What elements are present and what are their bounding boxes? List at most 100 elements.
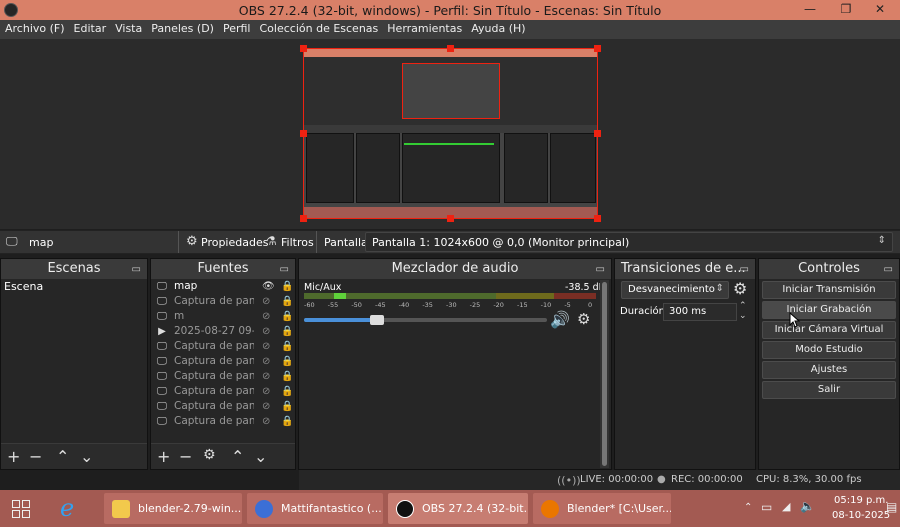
lock-icon[interactable]: 🔒 (281, 279, 293, 294)
lock-icon[interactable]: 🔒 (281, 339, 293, 354)
stepper-up-icon[interactable]: ⌃ (739, 301, 747, 311)
source-item[interactable]: 🖵 map 👁 🔒 (152, 279, 296, 294)
volume-slider[interactable] (304, 315, 547, 325)
lock-icon[interactable]: 🔒 (281, 294, 293, 309)
resize-handle-bl[interactable] (300, 215, 307, 222)
lock-icon[interactable]: 🔒 (281, 414, 293, 429)
lock-icon[interactable]: 🔒 (281, 369, 293, 384)
resize-handle-tc[interactable] (447, 45, 454, 52)
meter-tick-label: 0 (588, 301, 593, 309)
speaker-icon[interactable]: 🔊 (550, 310, 570, 329)
dock-menu-icon[interactable]: ▭ (280, 260, 289, 280)
dock-menu-icon[interactable]: ▭ (132, 260, 141, 280)
display-select[interactable]: Pantalla 1: 1024x600 @ 0,0 (Monitor prin… (365, 232, 893, 252)
resize-handle-ml[interactable] (300, 130, 307, 137)
settings-button[interactable]: Ajustes (762, 361, 896, 379)
eye-hidden-icon[interactable]: ⊘ (262, 384, 270, 399)
filters-button[interactable]: Filtros (281, 236, 314, 249)
studio-mode-button[interactable]: Modo Estudio (762, 341, 896, 359)
lock-icon[interactable]: 🔒 (281, 384, 293, 399)
duration-input[interactable]: 300 ms (663, 303, 737, 321)
dock-menu-icon[interactable]: ▭ (596, 260, 605, 280)
mixer-settings-gear-icon[interactable]: ⚙ (577, 310, 590, 328)
remove-scene-icon[interactable]: − (29, 447, 42, 466)
source-item[interactable]: 🖵 Captura de pantalla ⊘ 🔒 (152, 399, 296, 414)
move-down-icon[interactable]: ⌄ (254, 447, 267, 466)
resize-handle-mr[interactable] (594, 130, 601, 137)
resize-handle-tr[interactable] (594, 45, 601, 52)
mixer-scrollbar[interactable] (600, 280, 609, 468)
taskbar-item-browser[interactable]: Mattifantastico (... (247, 493, 383, 524)
clock-date[interactable]: 08-10-2025 (832, 510, 890, 521)
eye-hidden-icon[interactable]: ⊘ (262, 369, 270, 384)
start-virtual-camera-button[interactable]: Iniciar Cámara Virtual (762, 321, 896, 339)
menu-paneles[interactable]: Paneles (D) (146, 20, 218, 35)
menu-archivo[interactable]: Archivo (F) (0, 20, 69, 35)
source-item[interactable]: 🖵 Captura de pantalla ⊘ 🔒 (152, 354, 296, 369)
transition-settings-gear-icon[interactable]: ⚙ (733, 279, 747, 298)
source-item[interactable]: 🖵 Captura de pantalla ⊘ 🔒 (152, 414, 296, 429)
start-recording-button[interactable]: Iniciar Grabación (762, 301, 896, 319)
exit-button[interactable]: Salir (762, 381, 896, 399)
transition-type-select[interactable]: Desvanecimiento ⇕ (621, 281, 729, 299)
resize-handle-br[interactable] (594, 215, 601, 222)
menu-ayuda[interactable]: Ayuda (H) (466, 20, 529, 35)
source-item[interactable]: 🖵 Captura de pantalla ⊘ 🔒 (152, 384, 296, 399)
stepper-down-icon[interactable]: ⌄ (739, 311, 747, 321)
menu-vista[interactable]: Vista (110, 20, 146, 35)
source-item[interactable]: 🖵 m ⊘ 🔒 (152, 309, 296, 324)
chevron-up-icon[interactable]: ⌃ (744, 502, 752, 513)
minimize-icon[interactable]: — (798, 2, 822, 16)
lock-icon[interactable]: 🔒 (281, 309, 293, 324)
source-properties-icon[interactable]: ⚙ (203, 447, 216, 463)
battery-icon[interactable]: ▭ (761, 500, 772, 514)
move-up-icon[interactable]: ⌃ (231, 447, 244, 466)
notifications-icon[interactable]: ▤ (886, 500, 897, 514)
filter-icon: ⚗ (266, 234, 277, 248)
restore-icon[interactable]: ❐ (834, 2, 858, 16)
volume-icon[interactable]: 🔈 (800, 499, 815, 513)
taskbar-item-blender[interactable]: Blender* [C:\User... (533, 493, 671, 524)
menu-perfil[interactable]: Perfil (218, 20, 255, 35)
task-view-icon[interactable] (12, 500, 30, 518)
dock-menu-icon[interactable]: ▭ (740, 260, 749, 280)
lock-icon[interactable]: 🔒 (281, 399, 293, 414)
properties-button[interactable]: Propiedades (201, 236, 268, 249)
dock-menu-icon[interactable]: ▭ (884, 260, 893, 280)
source-item[interactable]: 🖵 Captura de pantalla ⊘ 🔒 (152, 369, 296, 384)
remove-source-icon[interactable]: − (179, 447, 192, 466)
menu-coleccion-escenas[interactable]: Colección de Escenas (255, 20, 383, 35)
eye-hidden-icon[interactable]: ⊘ (262, 324, 270, 339)
scene-item[interactable]: Escena (2, 279, 148, 295)
lock-icon[interactable]: 🔒 (281, 324, 293, 339)
meter-tick-label: -45 (375, 301, 386, 309)
move-down-icon[interactable]: ⌄ (80, 447, 93, 466)
eye-hidden-icon[interactable]: ⊘ (262, 414, 270, 429)
source-item[interactable]: ▶ 2025-08-27 09-23- ⊘ 🔒 (152, 324, 296, 339)
add-source-icon[interactable]: + (157, 447, 170, 466)
preview-source-image[interactable] (303, 48, 598, 219)
taskbar-item-obs[interactable]: OBS 27.2.4 (32-bit... (388, 493, 528, 524)
volume-slider-handle[interactable] (369, 315, 384, 325)
menu-editar[interactable]: Editar (69, 20, 111, 35)
resize-handle-tl[interactable] (300, 45, 307, 52)
menu-herramientas[interactable]: Herramientas (382, 20, 466, 35)
internet-explorer-icon[interactable]: e (60, 494, 74, 522)
lock-icon[interactable]: 🔒 (281, 354, 293, 369)
taskbar-item-blender-folder[interactable]: blender-2.79-win... (104, 493, 242, 524)
source-item[interactable]: 🖵 Captura de pantalla ⊘ 🔒 (152, 294, 296, 309)
move-up-icon[interactable]: ⌃ (56, 447, 69, 466)
eye-hidden-icon[interactable]: ⊘ (262, 399, 270, 414)
resize-handle-bc[interactable] (447, 215, 454, 222)
start-streaming-button[interactable]: Iniciar Transmisión (762, 281, 896, 299)
clock-time[interactable]: 05:19 p.m. (834, 495, 888, 506)
wifi-icon[interactable]: ◢ (782, 500, 790, 513)
close-icon[interactable]: ✕ (868, 2, 892, 16)
eye-icon[interactable]: 👁 (262, 279, 275, 294)
add-scene-icon[interactable]: + (7, 447, 20, 466)
source-item[interactable]: 🖵 Captura de pantalla ⊘ 🔒 (152, 339, 296, 354)
eye-hidden-icon[interactable]: ⊘ (262, 354, 270, 369)
eye-hidden-icon[interactable]: ⊘ (262, 339, 270, 354)
eye-hidden-icon[interactable]: ⊘ (262, 294, 270, 309)
eye-hidden-icon[interactable]: ⊘ (262, 309, 270, 324)
